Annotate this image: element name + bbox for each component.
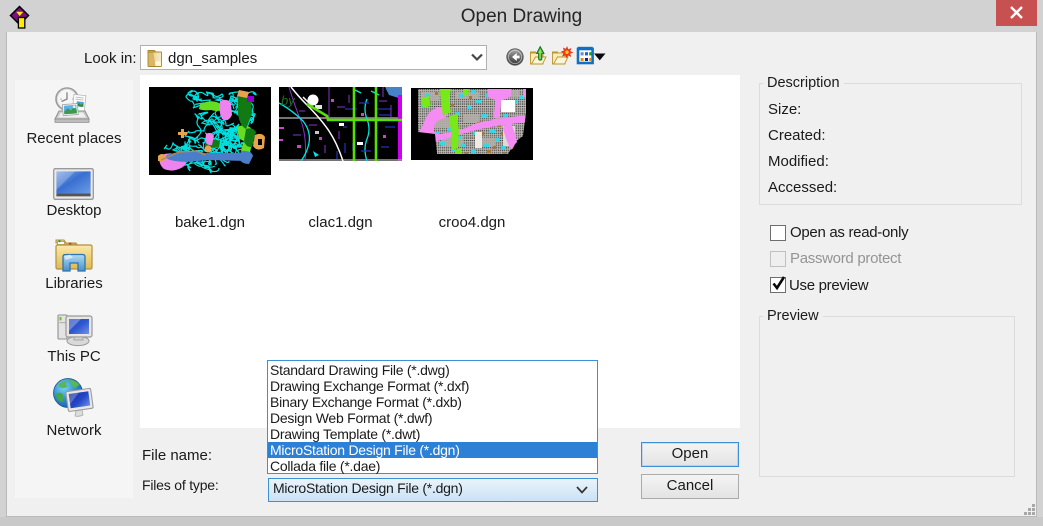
svg-text:by: by (281, 93, 296, 108)
